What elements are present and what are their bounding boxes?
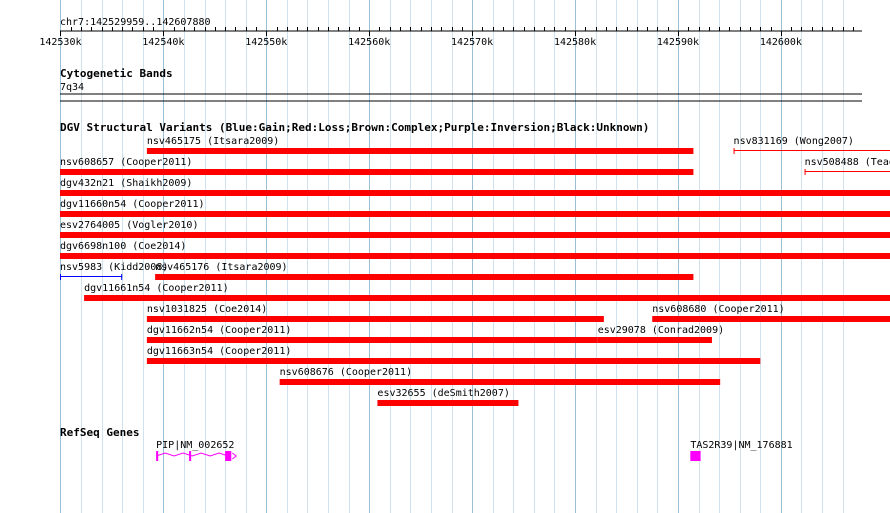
dgv-feature-label: nsv5983 (Kidd2008): [60, 262, 168, 273]
dgv-feature-label: esv32655 (deSmith2007): [377, 388, 509, 399]
refseq-gene[interactable]: PIP|NM_002652: [155, 440, 238, 461]
cytoband-label: 7q34: [60, 82, 84, 93]
dgv-feature-bar[interactable]: [597, 337, 712, 343]
dgv-feature[interactable]: esv29078 (Conrad2009): [597, 325, 724, 343]
ruler-tick-label: 142570k: [451, 37, 493, 48]
dgv-feature-label: nsv608676 (Cooper2011): [280, 367, 412, 378]
dgv-feature[interactable]: dgv6698n100 (Coe2014): [60, 241, 890, 259]
dgv-feature-bar[interactable]: [60, 253, 890, 259]
dgv-track: DGV Structural Variants (Blue:Gain;Red:L…: [60, 121, 890, 406]
ruler-tick-label: 142560k: [348, 37, 390, 48]
dgv-feature[interactable]: dgv11661n54 (Cooper2011): [84, 283, 890, 301]
dgv-feature[interactable]: dgv11662n54 (Cooper2011): [146, 325, 598, 343]
dgv-feature-bar[interactable]: [146, 358, 761, 364]
dgv-feature-label: nsv465176 (Itsara2009): [155, 262, 287, 273]
refseq-gene-label: PIP|NM_002652: [156, 440, 234, 451]
ruler-tick-label: 142580k: [554, 37, 596, 48]
genome-browser-view: chr7:142529959..142607880 142530k 142540k…: [39, 0, 890, 513]
dgv-feature-label: dgv11663n54 (Cooper2011): [147, 346, 292, 357]
dgv-feature-bar[interactable]: [377, 400, 519, 406]
refseq-genes: PIP|NM_002652 TAS2R39|NM_176881: [155, 440, 793, 461]
dgv-feature[interactable]: esv32655 (deSmith2007): [377, 388, 519, 406]
dgv-track-title: DGV Structural Variants (Blue:Gain;Red:L…: [60, 121, 649, 134]
dgv-feature[interactable]: nsv5983 (Kidd2008): [60, 262, 168, 280]
dgv-feature-bar[interactable]: [60, 169, 694, 175]
ruler-region-label: chr7:142529959..142607880: [60, 17, 211, 28]
dgv-feature[interactable]: nsv465176 (Itsara2009): [155, 262, 694, 280]
dgv-feature-bar[interactable]: [146, 148, 694, 154]
dgv-feature-label: dgv432n21 (Shaikh2009): [60, 178, 192, 189]
refseq-intron-line: [155, 452, 231, 457]
dgv-feature[interactable]: nsv608676 (Cooper2011): [279, 367, 721, 385]
dgv-feature-bar[interactable]: [155, 274, 694, 280]
dgv-feature-label: nsv1031825 (Coe2014): [147, 304, 267, 315]
ruler-tick-label: 142550k: [245, 37, 287, 48]
refseq-exon[interactable]: [189, 451, 192, 461]
dgv-feature-bar[interactable]: [146, 337, 598, 343]
dgv-feature[interactable]: nsv608657 (Cooper2011): [60, 157, 694, 175]
dgv-feature-label: dgv11661n54 (Cooper2011): [84, 283, 229, 294]
coordinate-ruler[interactable]: chr7:142529959..142607880 142530k 142540k…: [39, 17, 862, 48]
dgv-feature[interactable]: dgv11660n54 (Cooper2011): [60, 199, 890, 217]
dgv-feature[interactable]: dgv432n21 (Shaikh2009): [60, 178, 890, 196]
dgv-feature-label: dgv11660n54 (Cooper2011): [60, 199, 205, 210]
dgv-feature-bar[interactable]: [60, 232, 890, 238]
dgv-feature[interactable]: nsv831169 (Wong2007): [733, 136, 890, 154]
refseq-exon[interactable]: [690, 451, 701, 461]
ruler-ticks: 142530k 142540k 142550k 142560k 142570k 14258…: [39, 27, 854, 48]
ruler-tick-label: 142600k: [760, 37, 802, 48]
refseq-exon[interactable]: [156, 451, 159, 461]
cytoband-track-title: Cytogenetic Bands: [60, 67, 173, 80]
dgv-feature-label: nsv465175 (Itsara2009): [147, 136, 279, 147]
dgv-feature-bar[interactable]: [84, 295, 890, 301]
dgv-feature-label: dgv6698n100 (Coe2014): [60, 241, 186, 252]
dgv-feature-bar[interactable]: [652, 316, 890, 322]
dgv-feature-label: nsv831169 (Wong2007): [734, 136, 854, 147]
dgv-feature-label: dgv11662n54 (Cooper2011): [147, 325, 292, 336]
dgv-feature-label: nsv508488 (Teague2010): [805, 157, 890, 168]
ruler-tick-label: 142540k: [142, 37, 184, 48]
dgv-feature-bar[interactable]: [146, 316, 604, 322]
refseq-track: RefSeq Genes PIP|NM_002652 TAS2R39|NM_176…: [60, 426, 793, 461]
dgv-feature[interactable]: nsv465175 (Itsara2009): [146, 136, 694, 154]
refseq-gene-label: TAS2R39|NM_176881: [690, 440, 792, 451]
ruler-tick-label: 142590k: [657, 37, 699, 48]
ruler-tick-label: 142530k: [39, 37, 81, 48]
dgv-feature-label: nsv608657 (Cooper2011): [60, 157, 192, 168]
dgv-feature[interactable]: nsv508488 (Teague2010): [804, 157, 890, 175]
dgv-feature-bar[interactable]: [60, 211, 890, 217]
refseq-track-title: RefSeq Genes: [60, 426, 139, 439]
dgv-feature[interactable]: dgv11663n54 (Cooper2011): [146, 346, 761, 364]
cytoband-track: Cytogenetic Bands 7q34: [60, 67, 862, 102]
refseq-gene[interactable]: TAS2R39|NM_176881: [690, 440, 793, 461]
dgv-feature-label: esv2764005 (Vogler2010): [60, 220, 198, 231]
dgv-feature[interactable]: nsv608680 (Cooper2011): [652, 304, 890, 322]
dgv-feature[interactable]: nsv1031825 (Coe2014): [146, 304, 604, 322]
dgv-feature-label: nsv608680 (Cooper2011): [652, 304, 784, 315]
refseq-strand-arrow: [231, 452, 238, 460]
dgv-feature-label: esv29078 (Conrad2009): [598, 325, 724, 336]
dgv-feature-bar[interactable]: [60, 190, 890, 196]
refseq-exon[interactable]: [225, 451, 232, 461]
dgv-feature[interactable]: esv2764005 (Vogler2010): [60, 220, 890, 238]
dgv-feature-bar[interactable]: [279, 379, 721, 385]
